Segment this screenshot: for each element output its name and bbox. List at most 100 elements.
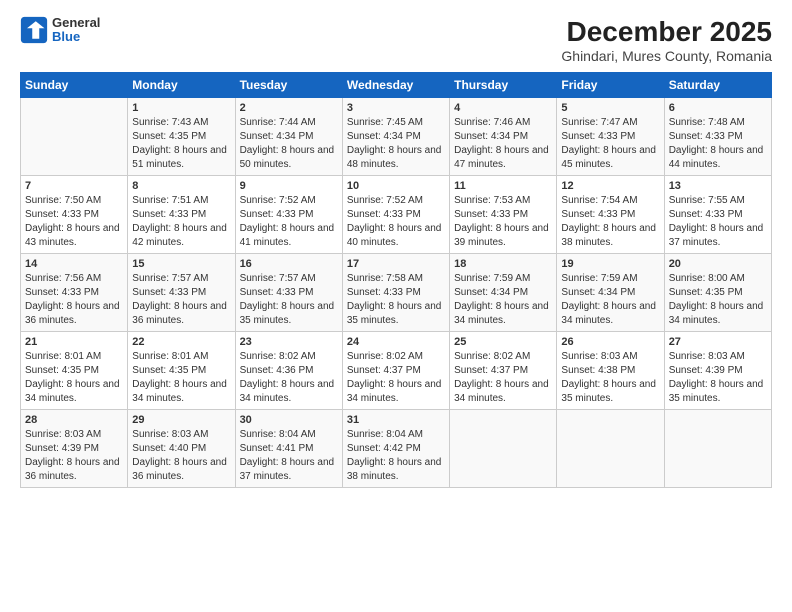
day-detail: Sunrise: 8:03 AM Sunset: 4:39 PM Dayligh… [25,428,123,484]
day-detail: Sunrise: 7:55 AM Sunset: 4:33 PM Dayligh… [669,194,767,250]
col-sunday: Sunday [21,73,128,98]
calendar-cell: 6 Sunrise: 7:48 AM Sunset: 4:33 PM Daylig… [664,98,771,176]
day-number: 20 [669,258,767,270]
col-wednesday: Wednesday [342,73,449,98]
calendar-cell: 16 Sunrise: 7:57 AM Sunset: 4:33 PM Dayli… [235,254,342,332]
day-number: 2 [240,102,338,114]
calendar-cell: 24 Sunrise: 8:02 AM Sunset: 4:37 PM Dayli… [342,332,449,410]
day-detail: Sunrise: 7:43 AM Sunset: 4:35 PM Dayligh… [132,116,230,172]
day-number: 18 [454,258,552,270]
calendar-cell [450,410,557,488]
calendar-week-row: 7 Sunrise: 7:50 AM Sunset: 4:33 PM Daylig… [21,176,772,254]
calendar-cell: 27Sunrise: 8:03 AM Sunset: 4:39 PM Dayli… [664,332,771,410]
day-number: 26 [561,336,659,348]
calendar-cell: 25 Sunrise: 8:02 AM Sunset: 4:37 PM Dayli… [450,332,557,410]
day-detail: Sunrise: 7:54 AM Sunset: 4:33 PM Dayligh… [561,194,659,250]
day-number: 3 [347,102,445,114]
col-thursday: Thursday [450,73,557,98]
day-detail: Sunrise: 8:03 AM Sunset: 4:40 PM Dayligh… [132,428,230,484]
day-detail: Sunrise: 7:46 AM Sunset: 4:34 PM Dayligh… [454,116,552,172]
day-detail: Sunrise: 7:57 AM Sunset: 4:33 PM Dayligh… [240,272,338,328]
day-number: 30 [240,414,338,426]
calendar-cell: 15Sunrise: 7:57 AM Sunset: 4:33 PM Dayli… [128,254,235,332]
day-number: 16 [240,258,338,270]
day-number: 22 [132,336,230,348]
calendar-cell: 10Sunrise: 7:52 AM Sunset: 4:33 PM Dayli… [342,176,449,254]
page-header: General Blue December 2025 Ghindari, Mur… [20,16,772,64]
calendar-week-row: 1 Sunrise: 7:43 AM Sunset: 4:35 PM Daylig… [21,98,772,176]
calendar-week-row: 14 Sunrise: 7:56 AM Sunset: 4:33 PM Dayli… [21,254,772,332]
location-subtitle: Ghindari, Mures County, Romania [561,48,772,64]
calendar-week-row: 28Sunrise: 8:03 AM Sunset: 4:39 PM Dayli… [21,410,772,488]
day-detail: Sunrise: 8:03 AM Sunset: 4:38 PM Dayligh… [561,350,659,406]
logo-blue-text: Blue [52,30,100,44]
day-detail: Sunrise: 8:00 AM Sunset: 4:35 PM Dayligh… [669,272,767,328]
day-detail: Sunrise: 7:59 AM Sunset: 4:34 PM Dayligh… [454,272,552,328]
calendar-cell: 5 Sunrise: 7:47 AM Sunset: 4:33 PM Daylig… [557,98,664,176]
day-number: 14 [25,258,123,270]
day-number: 31 [347,414,445,426]
calendar-cell: 4 Sunrise: 7:46 AM Sunset: 4:34 PM Daylig… [450,98,557,176]
col-friday: Friday [557,73,664,98]
calendar-cell: 28Sunrise: 8:03 AM Sunset: 4:39 PM Dayli… [21,410,128,488]
day-detail: Sunrise: 8:02 AM Sunset: 4:37 PM Dayligh… [454,350,552,406]
day-number: 24 [347,336,445,348]
day-detail: Sunrise: 7:47 AM Sunset: 4:33 PM Dayligh… [561,116,659,172]
day-detail: Sunrise: 7:52 AM Sunset: 4:33 PM Dayligh… [240,194,338,250]
day-number: 23 [240,336,338,348]
calendar-cell: 19Sunrise: 7:59 AM Sunset: 4:34 PM Dayli… [557,254,664,332]
day-number: 1 [132,102,230,114]
calendar-cell: 8Sunrise: 7:51 AM Sunset: 4:33 PM Daylig… [128,176,235,254]
col-tuesday: Tuesday [235,73,342,98]
day-number: 6 [669,102,767,114]
day-detail: Sunrise: 8:04 AM Sunset: 4:41 PM Dayligh… [240,428,338,484]
day-number: 7 [25,180,123,192]
day-detail: Sunrise: 8:02 AM Sunset: 4:37 PM Dayligh… [347,350,445,406]
day-number: 25 [454,336,552,348]
day-detail: Sunrise: 7:56 AM Sunset: 4:33 PM Dayligh… [25,272,123,328]
header-row: Sunday Monday Tuesday Wednesday Thursday… [21,73,772,98]
calendar-table: Sunday Monday Tuesday Wednesday Thursday… [20,72,772,488]
day-detail: Sunrise: 8:03 AM Sunset: 4:39 PM Dayligh… [669,350,767,406]
calendar-cell: 3 Sunrise: 7:45 AM Sunset: 4:34 PM Daylig… [342,98,449,176]
day-number: 9 [240,180,338,192]
calendar-cell: 26 Sunrise: 8:03 AM Sunset: 4:38 PM Dayli… [557,332,664,410]
calendar-cell: 2 Sunrise: 7:44 AM Sunset: 4:34 PM Daylig… [235,98,342,176]
calendar-cell: 13 Sunrise: 7:55 AM Sunset: 4:33 PM Dayli… [664,176,771,254]
day-detail: Sunrise: 7:58 AM Sunset: 4:33 PM Dayligh… [347,272,445,328]
calendar-cell: 7 Sunrise: 7:50 AM Sunset: 4:33 PM Daylig… [21,176,128,254]
month-title: December 2025 [561,16,772,48]
logo-general-text: General [52,16,100,30]
day-number: 10 [347,180,445,192]
calendar-cell [21,98,128,176]
day-detail: Sunrise: 8:01 AM Sunset: 4:35 PM Dayligh… [25,350,123,406]
logo-icon [20,16,48,44]
day-number: 17 [347,258,445,270]
calendar-cell [664,410,771,488]
calendar-cell: 20 Sunrise: 8:00 AM Sunset: 4:35 PM Dayli… [664,254,771,332]
day-number: 5 [561,102,659,114]
day-detail: Sunrise: 8:01 AM Sunset: 4:35 PM Dayligh… [132,350,230,406]
calendar-cell: 9 Sunrise: 7:52 AM Sunset: 4:33 PM Daylig… [235,176,342,254]
day-detail: Sunrise: 7:48 AM Sunset: 4:33 PM Dayligh… [669,116,767,172]
day-detail: Sunrise: 7:53 AM Sunset: 4:33 PM Dayligh… [454,194,552,250]
calendar-week-row: 21Sunrise: 8:01 AM Sunset: 4:35 PM Dayli… [21,332,772,410]
title-block: December 2025 Ghindari, Mures County, Ro… [561,16,772,64]
day-detail: Sunrise: 7:50 AM Sunset: 4:33 PM Dayligh… [25,194,123,250]
col-saturday: Saturday [664,73,771,98]
day-number: 13 [669,180,767,192]
logo: General Blue [20,16,100,45]
day-detail: Sunrise: 7:44 AM Sunset: 4:34 PM Dayligh… [240,116,338,172]
calendar-cell: 30 Sunrise: 8:04 AM Sunset: 4:41 PM Dayli… [235,410,342,488]
calendar-cell: 22 Sunrise: 8:01 AM Sunset: 4:35 PM Dayli… [128,332,235,410]
day-detail: Sunrise: 8:04 AM Sunset: 4:42 PM Dayligh… [347,428,445,484]
day-detail: Sunrise: 7:45 AM Sunset: 4:34 PM Dayligh… [347,116,445,172]
col-monday: Monday [128,73,235,98]
calendar-cell: 23Sunrise: 8:02 AM Sunset: 4:36 PM Dayli… [235,332,342,410]
calendar-cell [557,410,664,488]
day-number: 4 [454,102,552,114]
day-detail: Sunrise: 7:51 AM Sunset: 4:33 PM Dayligh… [132,194,230,250]
day-detail: Sunrise: 7:59 AM Sunset: 4:34 PM Dayligh… [561,272,659,328]
calendar-cell: 17 Sunrise: 7:58 AM Sunset: 4:33 PM Dayli… [342,254,449,332]
calendar-cell: 12Sunrise: 7:54 AM Sunset: 4:33 PM Dayli… [557,176,664,254]
